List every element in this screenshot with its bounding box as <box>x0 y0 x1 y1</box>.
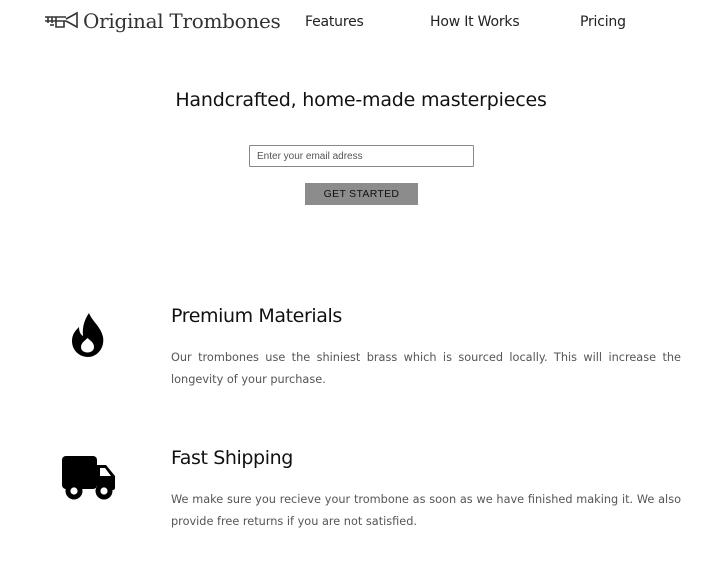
nav-link-features[interactable]: Features <box>305 14 364 30</box>
feature-title-premium-materials: Premium Materials <box>171 305 342 327</box>
email-input[interactable] <box>249 145 474 167</box>
truck-icon <box>62 456 115 500</box>
site-header: Original Trombones Features How It Works… <box>0 0 717 46</box>
trombone-icon <box>45 11 78 29</box>
logo-text: Original Trombones <box>83 9 281 33</box>
feature-description-fast-shipping: We make sure you recieve your trombone a… <box>171 493 681 528</box>
get-started-button[interactable]: GET STARTED <box>305 183 418 205</box>
logo[interactable]: Original Trombones <box>44 9 281 33</box>
hero-title: Handcrafted, home-made masterpieces <box>175 89 547 111</box>
fire-icon <box>72 313 104 357</box>
nav-link-pricing[interactable]: Pricing <box>580 14 626 30</box>
feature-title-fast-shipping: Fast Shipping <box>171 447 293 469</box>
feature-description-premium-materials: Our trombones use the shiniest brass whi… <box>171 351 681 386</box>
nav-link-how-it-works[interactable]: How It Works <box>430 14 520 30</box>
